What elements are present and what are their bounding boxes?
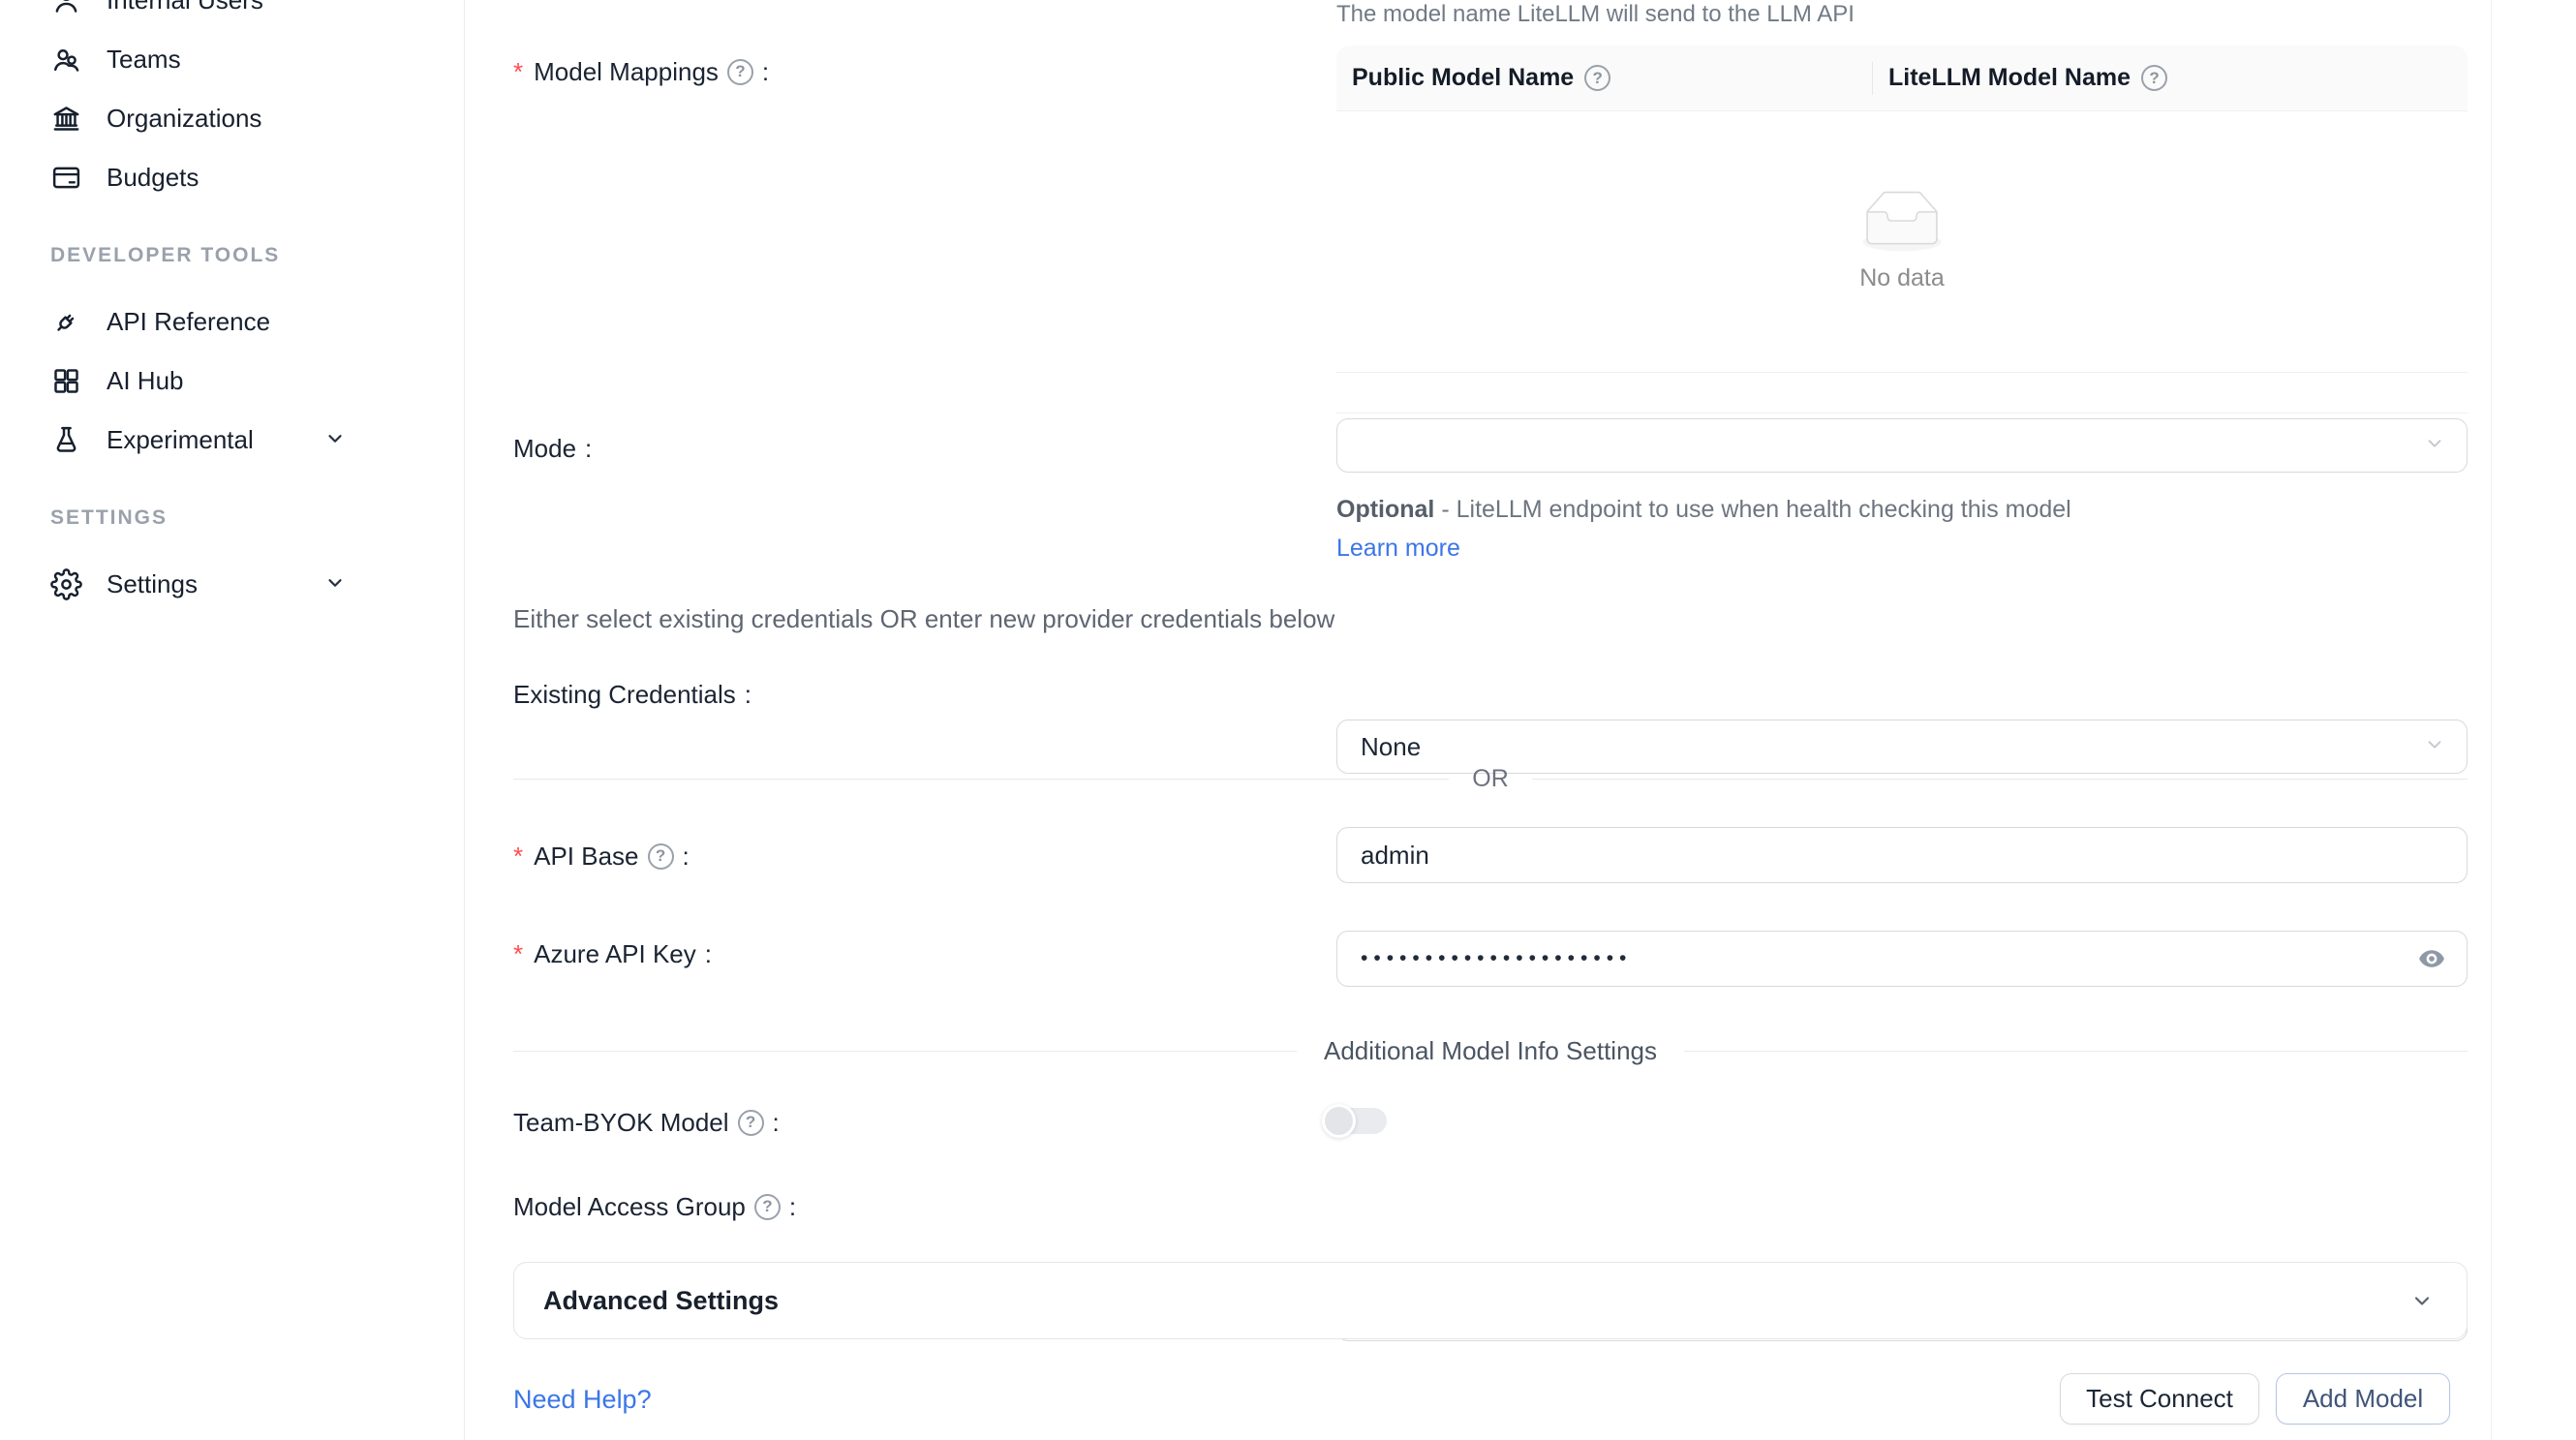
api-base-input[interactable] (1336, 827, 2468, 883)
chevron-down-icon (2410, 1289, 2434, 1312)
sidebar-item-label: API Reference (107, 307, 270, 337)
sidebar-item-label: Internal Users (107, 0, 263, 15)
grid-icon (50, 365, 82, 397)
sidebar-item-label: AI Hub (107, 366, 184, 396)
sidebar-item-organizations[interactable]: Organizations (0, 89, 464, 148)
advanced-settings-title: Advanced Settings (543, 1286, 779, 1316)
mode-label: Mode (513, 433, 592, 464)
table-empty-state: No data (1336, 111, 2468, 373)
sidebar-item-label: Experimental (107, 425, 254, 455)
azure-api-key-input[interactable] (1336, 931, 2468, 987)
azure-api-key-label: Azure API Key (513, 938, 712, 969)
sidebar-item-label: Teams (107, 45, 181, 75)
column-litellm-model-name: LiteLLM Model Name (1873, 64, 2167, 92)
sidebar-item-teams[interactable]: Teams (0, 30, 464, 89)
user-icon (50, 0, 82, 16)
toggle-knob (1322, 1104, 1356, 1138)
learn-more-link[interactable]: Learn more (1336, 535, 1460, 562)
sidebar-item-label: Budgets (107, 163, 199, 193)
flask-icon (50, 424, 82, 456)
add-model-form: The model name LiteLLM will send to the … (465, 0, 2492, 1440)
help-icon[interactable] (648, 843, 674, 870)
need-help-link[interactable]: Need Help? (513, 1383, 652, 1416)
table-footer-spacer (1336, 373, 2468, 414)
model-name-helper-text: The model name LiteLLM will send to the … (1336, 0, 1855, 29)
mode-select[interactable] (1336, 418, 2468, 473)
sidebar-item-label: Organizations (107, 104, 261, 134)
selected-value: None (1361, 732, 1421, 762)
sidebar-item-experimental[interactable]: Experimental (0, 411, 464, 470)
help-icon[interactable] (727, 59, 753, 85)
required-asterisk (513, 938, 525, 969)
additional-settings-divider: Additional Model Info Settings (513, 1033, 2468, 1068)
sidebar-item-label: Settings (107, 569, 198, 599)
model-access-group-label: Model Access Group (513, 1191, 796, 1222)
mode-helper-text: Optional - LiteLLM endpoint to use when … (1336, 490, 2111, 567)
sidebar-item-budgets[interactable]: Budgets (0, 148, 464, 207)
team-byok-toggle[interactable] (1327, 1108, 1387, 1134)
chevron-down-icon (2424, 431, 2445, 461)
sidebar: Internal Users Teams Organizations Budge… (0, 0, 465, 1440)
credentials-note: Either select existing credentials OR en… (513, 604, 1334, 634)
bank-icon (50, 103, 82, 135)
sidebar-item-ai-hub[interactable]: AI Hub (0, 352, 464, 411)
model-mappings-table: Public Model Name LiteLLM Model Name No … (1336, 46, 2468, 414)
sidebar-section-settings: SETTINGS (0, 470, 464, 555)
toggle-password-visibility-button[interactable] (2413, 945, 2450, 972)
model-mappings-label: Model Mappings (513, 56, 769, 87)
empty-inbox-icon (1854, 191, 1950, 253)
required-asterisk (513, 56, 525, 87)
existing-credentials-label: Existing Credentials (513, 679, 751, 710)
chevron-down-icon (324, 425, 346, 455)
help-icon[interactable] (754, 1194, 781, 1220)
or-divider: OR (513, 765, 2468, 793)
api-base-label: API Base (513, 841, 690, 872)
sidebar-item-internal-users[interactable]: Internal Users (0, 0, 464, 30)
sidebar-nav: Internal Users Teams Organizations Budge… (0, 0, 464, 614)
required-asterisk (513, 841, 525, 872)
sidebar-section-developer-tools: DEVELOPER TOOLS (0, 207, 464, 292)
azure-api-key-field (1336, 931, 2468, 987)
team-byok-label: Team-BYOK Model (513, 1107, 780, 1138)
no-data-text: No data (1859, 264, 1945, 292)
add-model-button[interactable]: Add Model (2276, 1373, 2450, 1425)
column-public-model-name: Public Model Name (1336, 46, 1873, 110)
advanced-settings-panel[interactable]: Advanced Settings (513, 1262, 2468, 1339)
credit-card-icon (50, 162, 82, 194)
help-icon[interactable] (738, 1110, 764, 1136)
sidebar-item-settings[interactable]: Settings (0, 555, 464, 614)
teams-icon (50, 44, 82, 76)
table-header-row: Public Model Name LiteLLM Model Name (1336, 46, 2468, 111)
help-icon[interactable] (1584, 65, 1610, 91)
api-plug-icon (50, 306, 82, 338)
eye-icon (2413, 945, 2450, 972)
help-icon[interactable] (2141, 65, 2167, 91)
sidebar-item-api-reference[interactable]: API Reference (0, 292, 464, 352)
test-connect-button[interactable]: Test Connect (2060, 1373, 2259, 1425)
chevron-down-icon (2424, 732, 2445, 762)
gear-icon (50, 568, 82, 600)
chevron-down-icon (324, 569, 346, 599)
